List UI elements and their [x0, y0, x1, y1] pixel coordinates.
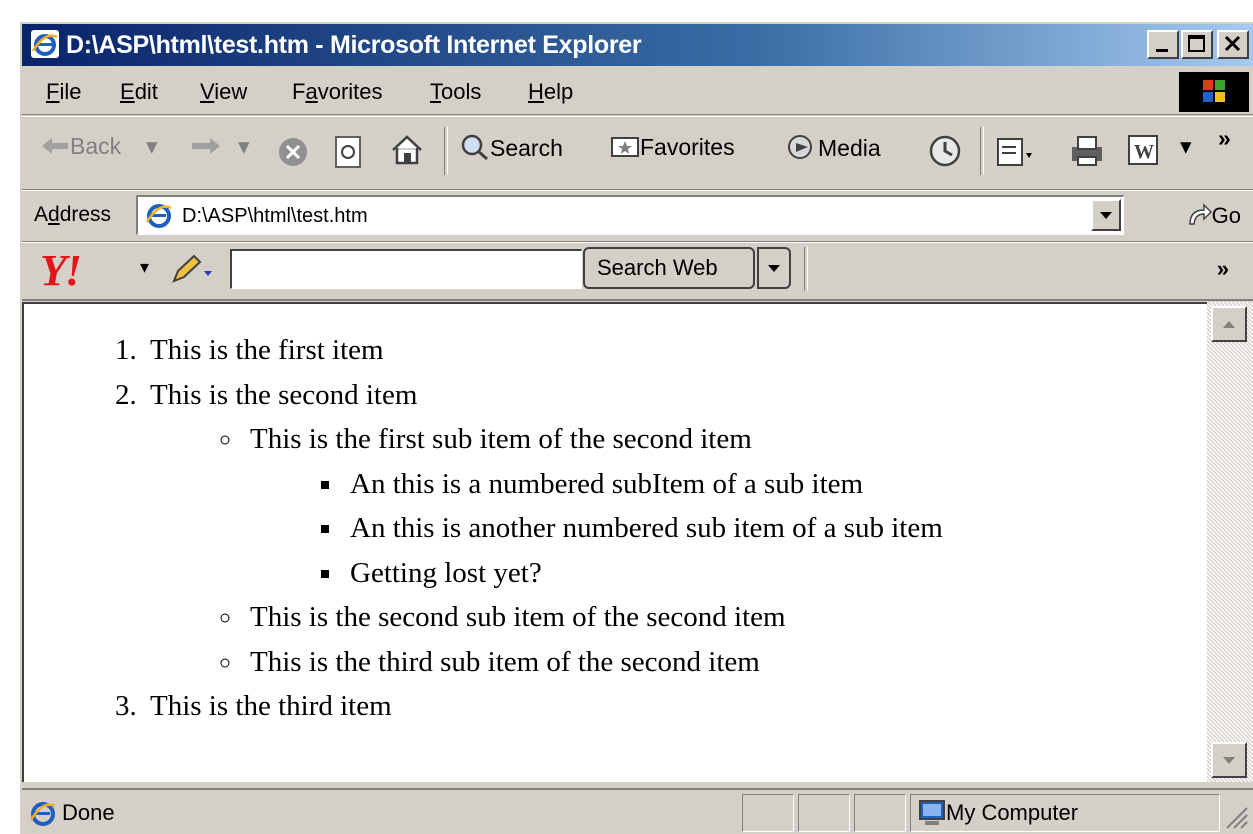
menu-favorites[interactable]: Favorites	[292, 79, 383, 105]
security-zone-label: My Computer	[946, 800, 1079, 825]
yahoo-toolbar: Y! ▾ Search Web »	[22, 242, 1253, 301]
arrow-down-icon	[1223, 757, 1235, 764]
status-panel	[742, 794, 794, 832]
home-icon[interactable]	[390, 133, 424, 167]
media-button[interactable]: Media	[786, 133, 881, 162]
list-item: This is the third item	[144, 684, 943, 729]
search-icon	[461, 134, 488, 161]
chevron-down-icon	[768, 265, 780, 272]
menu-edit[interactable]: Edit	[120, 79, 158, 105]
title-bar[interactable]: D:\ASP\html\test.htm - Microsoft Interne…	[22, 24, 1253, 66]
status-text: Done	[62, 800, 115, 825]
vertical-scrollbar[interactable]	[1207, 302, 1253, 782]
close-icon	[1224, 35, 1241, 52]
maximize-icon	[1188, 35, 1205, 52]
forward-button[interactable]	[190, 133, 222, 160]
address-label: Address	[34, 203, 112, 226]
close-button[interactable]	[1217, 30, 1249, 59]
toolbar-separator	[804, 247, 808, 291]
list-item: Getting lost yet?	[344, 551, 943, 596]
list-item: This is the second item This is the firs…	[144, 373, 943, 685]
toolbar-separator	[444, 127, 448, 175]
list-item: This is the second sub item of the secon…	[244, 595, 943, 640]
list-item: This is the first sub item of the second…	[244, 417, 943, 595]
address-dropdown-button[interactable]	[1091, 199, 1121, 231]
search-button[interactable]: Search	[460, 133, 563, 162]
svg-text:W: W	[1134, 141, 1154, 163]
history-icon[interactable]	[926, 133, 964, 169]
page-content: This is the first item This is the secon…	[22, 302, 1207, 782]
favorites-button[interactable]: Favorites	[610, 133, 735, 161]
status-bar: Done My Computer	[22, 788, 1253, 834]
go-button[interactable]: Go	[1186, 202, 1241, 229]
toolbar-separator	[980, 127, 984, 175]
status-panel	[854, 794, 906, 832]
scroll-down-button[interactable]	[1211, 742, 1247, 778]
windows-flag-icon	[1203, 80, 1225, 102]
forward-arrow-icon	[192, 138, 220, 154]
toolbar-more-chevron[interactable]: »	[1218, 125, 1231, 152]
yahoo-search-input[interactable]	[230, 249, 582, 289]
favorites-icon	[611, 137, 639, 157]
yahoo-logo[interactable]: Y!	[40, 245, 82, 296]
ie-logo-icon	[31, 30, 59, 58]
menu-file[interactable]: File	[46, 79, 81, 105]
back-dropdown[interactable]: ▾	[146, 133, 158, 160]
go-arrow-icon	[1188, 203, 1212, 225]
menu-help[interactable]: Help	[528, 79, 573, 105]
windows-logo-throbber	[1179, 72, 1249, 112]
list-item: An this is another numbered sub item of …	[344, 506, 943, 551]
list-item: This is the third sub item of the second…	[244, 640, 943, 685]
menu-view[interactable]: View	[200, 79, 247, 105]
address-input[interactable]: D:\ASP\html\test.htm	[136, 195, 1124, 235]
sub-list: This is the first sub item of the second…	[150, 417, 943, 684]
word-edit-icon[interactable]: W	[1126, 133, 1162, 169]
window-title: D:\ASP\html\test.htm - Microsoft Interne…	[66, 31, 642, 59]
forward-dropdown[interactable]: ▾	[238, 133, 250, 160]
stop-icon[interactable]	[276, 135, 310, 169]
chevron-down-icon	[1100, 212, 1112, 219]
list-item: An this is a numbered subItem of a sub i…	[344, 462, 943, 507]
resize-grip-icon[interactable]	[1223, 804, 1249, 830]
search-web-button[interactable]: Search Web	[583, 247, 755, 289]
yahoo-logo-dropdown[interactable]: ▾	[140, 257, 149, 278]
menu-bar: File Edit View Favorites Tools Help	[22, 70, 1253, 115]
page-icon	[145, 204, 172, 228]
address-url: D:\ASP\html\test.htm	[182, 205, 368, 227]
scroll-up-button[interactable]	[1211, 306, 1247, 342]
ordered-list: This is the first item This is the secon…	[24, 328, 943, 729]
mail-icon[interactable]	[996, 133, 1036, 169]
edit-dropdown[interactable]: ▾	[1180, 133, 1192, 160]
sub-sub-list: An this is a numbered subItem of a sub i…	[250, 462, 943, 596]
search-web-dropdown[interactable]	[757, 247, 791, 289]
back-button[interactable]: Back	[40, 133, 121, 160]
print-icon[interactable]	[1068, 133, 1106, 169]
back-arrow-icon	[42, 138, 68, 154]
maximize-button[interactable]	[1181, 30, 1213, 59]
yahoo-more-chevron[interactable]: »	[1217, 256, 1229, 282]
menu-tools[interactable]: Tools	[430, 79, 481, 105]
list-item: This is the first item	[144, 328, 943, 373]
refresh-icon[interactable]	[334, 135, 364, 169]
ie-window: D:\ASP\html\test.htm - Microsoft Interne…	[18, 20, 1253, 834]
page-done-icon	[29, 802, 56, 826]
my-computer-icon	[919, 800, 945, 825]
arrow-up-icon	[1223, 321, 1235, 328]
status-panel	[798, 794, 850, 832]
minimize-button[interactable]	[1147, 30, 1179, 59]
media-icon	[788, 135, 812, 159]
pencil-icon[interactable]	[170, 253, 214, 285]
standard-toolbar: Back ▾ ▾ Search Favorites Media W ▾ »	[22, 116, 1253, 190]
document-body: This is the first item This is the secon…	[24, 328, 943, 729]
minimize-icon	[1156, 49, 1168, 52]
address-bar: Address D:\ASP\html\test.htm Go	[22, 190, 1253, 242]
